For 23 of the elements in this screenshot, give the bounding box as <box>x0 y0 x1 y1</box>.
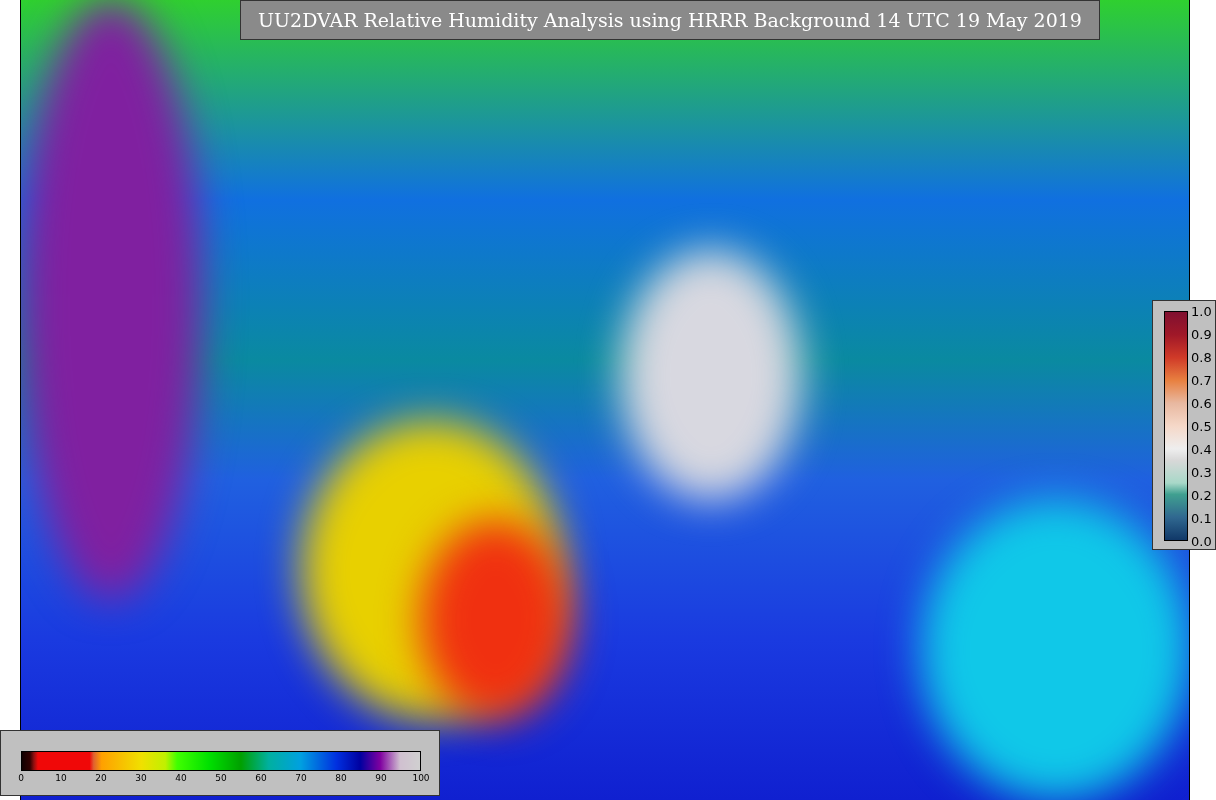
tick-label: 70 <box>295 773 307 783</box>
tick-label: 40 <box>175 773 187 783</box>
tick-label: 0.8 <box>1191 349 1212 365</box>
tick-label: 0.3 <box>1191 464 1212 480</box>
tick-label: 80 <box>335 773 347 783</box>
tick-label: 0.2 <box>1191 487 1212 503</box>
tick-label: 0.9 <box>1191 326 1212 342</box>
tick-label: 100 <box>412 773 430 783</box>
tick-label: 1.0 <box>1191 303 1212 319</box>
tick-label: 0.5 <box>1191 418 1212 434</box>
tick-label: 0.7 <box>1191 372 1212 388</box>
tick-label: 50 <box>215 773 227 783</box>
tick-label: 0 <box>18 773 24 783</box>
map-title: UU2DVAR Relative Humidity Analysis using HRRR Background 14 UTC 19 May 2019 <box>240 0 1100 40</box>
tick-label: 0.1 <box>1191 510 1212 526</box>
tick-label: 90 <box>375 773 387 783</box>
tick-label: 0.4 <box>1191 441 1212 457</box>
tick-label: 20 <box>95 773 107 783</box>
tick-label: 10 <box>55 773 67 783</box>
tick-label: 30 <box>135 773 147 783</box>
tick-label: 0.6 <box>1191 395 1212 411</box>
tick-label: 0.0 <box>1191 533 1212 549</box>
tick-label: 60 <box>255 773 267 783</box>
